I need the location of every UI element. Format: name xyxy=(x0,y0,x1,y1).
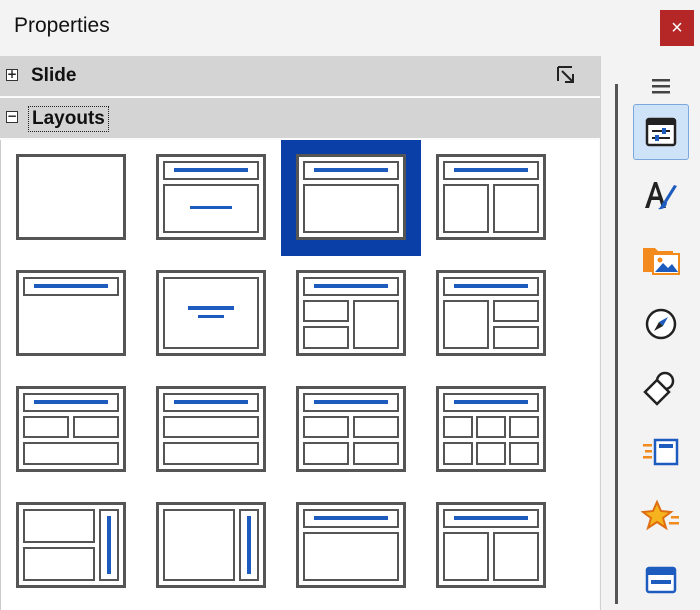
dialog-launcher-icon xyxy=(557,66,574,83)
layout-title-6-content[interactable] xyxy=(421,372,561,488)
layout-title-2-content[interactable] xyxy=(421,140,561,256)
more-options-button[interactable] xyxy=(556,65,578,87)
section-layouts-header[interactable]: − Layouts xyxy=(0,98,600,138)
window-title: Properties xyxy=(14,14,110,37)
sidebar-tab-navigator[interactable] xyxy=(633,296,689,352)
layout-title-vertical-text[interactable] xyxy=(281,488,421,604)
expand-icon[interactable]: + xyxy=(6,68,18,81)
layout-title-2content-over-content[interactable] xyxy=(1,372,141,488)
layout-vertical-title-vertical-text[interactable] xyxy=(141,488,281,604)
layout-title-2content-content[interactable] xyxy=(281,256,421,372)
layout-title-slide[interactable] xyxy=(141,140,281,256)
hamburger-menu-icon xyxy=(652,79,670,94)
sidebar-tab-slide-transition[interactable] xyxy=(633,424,689,480)
close-button[interactable]: × xyxy=(660,10,694,46)
layout-title-content[interactable] xyxy=(281,140,421,256)
sidebar-tab-properties[interactable] xyxy=(633,104,689,160)
layout-title-content-2content[interactable] xyxy=(421,256,561,372)
sidebar-tab-shapes[interactable] xyxy=(633,360,689,416)
layout-blank-slide[interactable] xyxy=(1,140,141,256)
layout-title-4-content[interactable] xyxy=(281,372,421,488)
layout-title-content-over-content[interactable] xyxy=(141,372,281,488)
sidebar-tab-gallery[interactable] xyxy=(633,232,689,288)
animation-star-icon xyxy=(641,499,679,531)
section-slide-header[interactable]: + Slide xyxy=(0,56,600,96)
collapse-icon[interactable]: − xyxy=(6,110,18,123)
sidebar-scrollbar[interactable] xyxy=(615,84,618,604)
layout-title-only[interactable] xyxy=(1,256,141,372)
gallery-icon xyxy=(643,248,680,275)
master-slides-icon xyxy=(645,566,677,594)
properties-deck: + Slide − Layouts xyxy=(0,56,600,610)
sidebar-tab-animation[interactable] xyxy=(633,488,689,544)
shapes-icon xyxy=(643,371,675,406)
layout-title-2-vertical-text-clipart[interactable] xyxy=(421,488,561,604)
sidebar-tab-styles[interactable] xyxy=(633,168,689,224)
title-bar: Properties × xyxy=(0,0,700,56)
layout-centered-text[interactable] xyxy=(141,256,281,372)
styles-icon xyxy=(645,182,677,210)
layout-vertical-title-text-chart[interactable] xyxy=(1,488,141,604)
sidebar-tabbar xyxy=(600,56,700,610)
section-layouts-label[interactable]: Layouts xyxy=(28,106,109,132)
sidebar-tab-master-slides[interactable] xyxy=(633,552,689,608)
properties-icon xyxy=(645,117,677,147)
slide-transition-icon xyxy=(643,438,679,466)
navigator-compass-icon xyxy=(645,308,677,340)
layouts-grid xyxy=(0,140,599,610)
section-slide-label[interactable]: Slide xyxy=(28,64,79,88)
